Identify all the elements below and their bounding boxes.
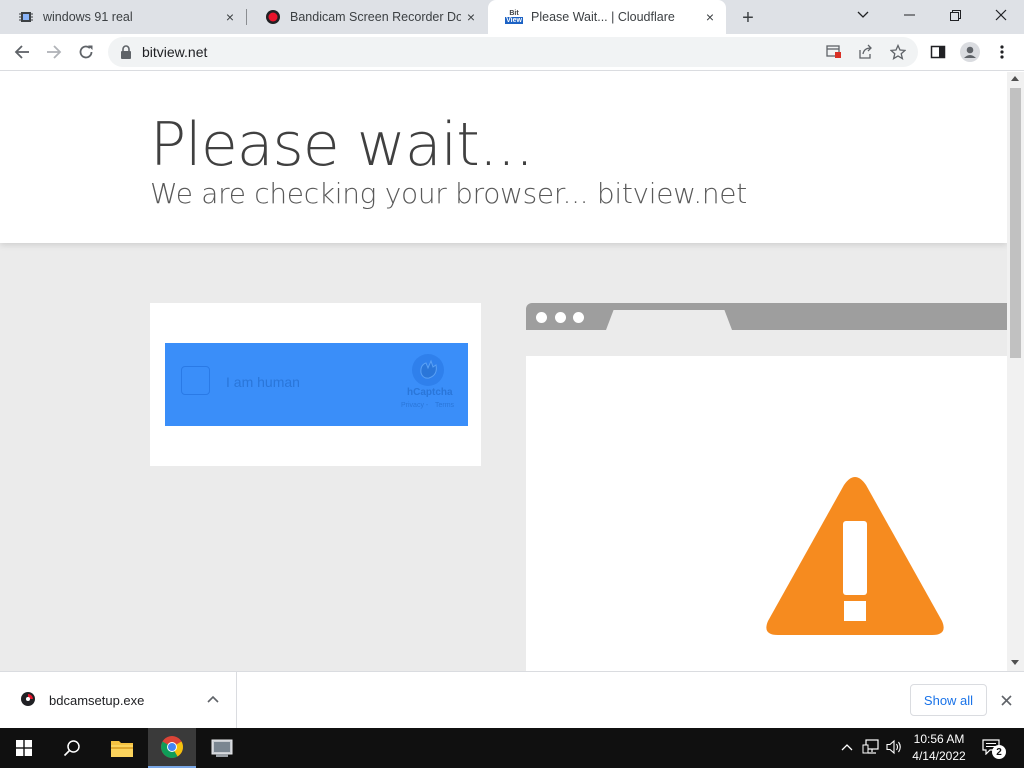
profile-icon[interactable] [956,38,984,66]
privacy-link-label[interactable]: Privacy [401,402,424,409]
favicon-text-bottom: View [505,17,523,24]
chevron-up-icon[interactable] [838,738,856,756]
install-app-icon[interactable] [825,43,843,61]
illustration-dot [573,312,584,323]
app-icon[interactable] [198,728,246,768]
tab-close-icon[interactable]: × [220,7,240,27]
browser-toolbar: bitview.net [0,34,1024,71]
download-shelf: bdcamsetup.exe Show all [0,671,1024,728]
system-clock[interactable]: 10:56 AM 4/14/2022 [908,731,970,765]
download-filename[interactable]: bdcamsetup.exe [49,693,144,708]
link-separator: - [425,402,429,409]
tab-close-icon[interactable]: × [461,7,481,27]
human-checkbox[interactable] [181,366,210,395]
download-item[interactable]: bdcamsetup.exe [0,672,237,728]
star-icon[interactable] [889,43,907,61]
volume-icon[interactable] [886,738,904,756]
captcha-card: I am human hCaptcha Privacy - Terms [150,303,481,466]
notification-count-badge: 2 [992,745,1006,759]
share-icon[interactable] [857,43,875,61]
warning-icon [764,475,946,637]
bandicam-file-icon [20,691,36,707]
terms-link[interactable]: Terms [435,402,454,409]
chrome-icon[interactable] [148,728,196,768]
back-icon[interactable] [8,38,36,66]
tab-strip: windows 91 real × Bandicam Screen Record… [0,0,1024,34]
illustration-address-bar [526,330,1007,356]
hcaptcha-logo-icon [411,353,445,387]
file-explorer-icon[interactable] [98,728,146,768]
tab-search-icon[interactable] [840,0,886,30]
reload-icon[interactable] [72,38,100,66]
tab-title: Please Wait... | Cloudflare [531,10,675,24]
scroll-down-arrow-icon[interactable] [1011,660,1019,665]
tab-cloudflare[interactable]: Bit View Please Wait... | Cloudflare × [488,0,726,34]
record-icon [265,9,281,25]
tab-title: windows 91 real [43,10,133,24]
browser-illustration [526,303,1007,671]
address-bar[interactable]: bitview.net [108,37,918,67]
illustration-tab [606,310,732,330]
page-content: Please wait... We are checking your brow… [0,72,1007,671]
tab-bandicam[interactable]: Bandicam Screen Recorder Dow × [247,0,487,34]
hcaptcha-widget[interactable]: I am human hCaptcha Privacy - Terms [165,343,468,426]
lock-icon[interactable] [119,44,133,60]
search-icon[interactable] [48,728,96,768]
favicon-text-top: Bit [509,10,519,17]
vertical-scrollbar[interactable] [1007,72,1024,671]
chevron-up-icon[interactable] [204,690,222,708]
windows-start-icon[interactable] [0,728,48,768]
page-title: Please wait... [150,110,534,180]
side-panel-icon[interactable] [924,38,952,66]
bitview-icon: Bit View [505,9,523,25]
illustration-dot [555,312,566,323]
tab-windows-91[interactable]: windows 91 real × [0,0,246,34]
header-band: Please wait... We are checking your brow… [0,72,1007,243]
menu-icon[interactable] [988,38,1016,66]
url-text[interactable]: bitview.net [142,44,207,60]
tab-close-icon[interactable]: × [700,7,720,27]
illustration-dot [536,312,547,323]
page-subtitle: We are checking your browser... bitview.… [150,177,747,210]
windows-taskbar: 10:56 AM 4/14/2022 [0,728,1024,768]
minimize-icon[interactable] [886,0,932,30]
new-tab-button[interactable]: + [735,5,761,31]
captcha-label[interactable]: I am human [226,374,300,390]
close-icon[interactable] [996,690,1016,710]
illustration-titlebar [526,303,1007,330]
privacy-link[interactable]: Privacy - [401,402,428,409]
hcaptcha-brand: hCaptcha [407,387,453,398]
scroll-thumb[interactable] [1010,88,1021,358]
clock-time: 10:56 AM [913,732,965,746]
restore-icon[interactable] [932,0,978,30]
forward-icon[interactable] [40,38,68,66]
show-all-button[interactable]: Show all [910,684,987,716]
scroll-up-arrow-icon[interactable] [1011,76,1019,81]
clock-date: 4/14/2022 [912,749,966,763]
chip-icon [18,9,34,25]
close-window-icon[interactable] [978,0,1024,30]
network-icon[interactable] [862,738,880,756]
tab-title: Bandicam Screen Recorder Dow [290,10,461,24]
